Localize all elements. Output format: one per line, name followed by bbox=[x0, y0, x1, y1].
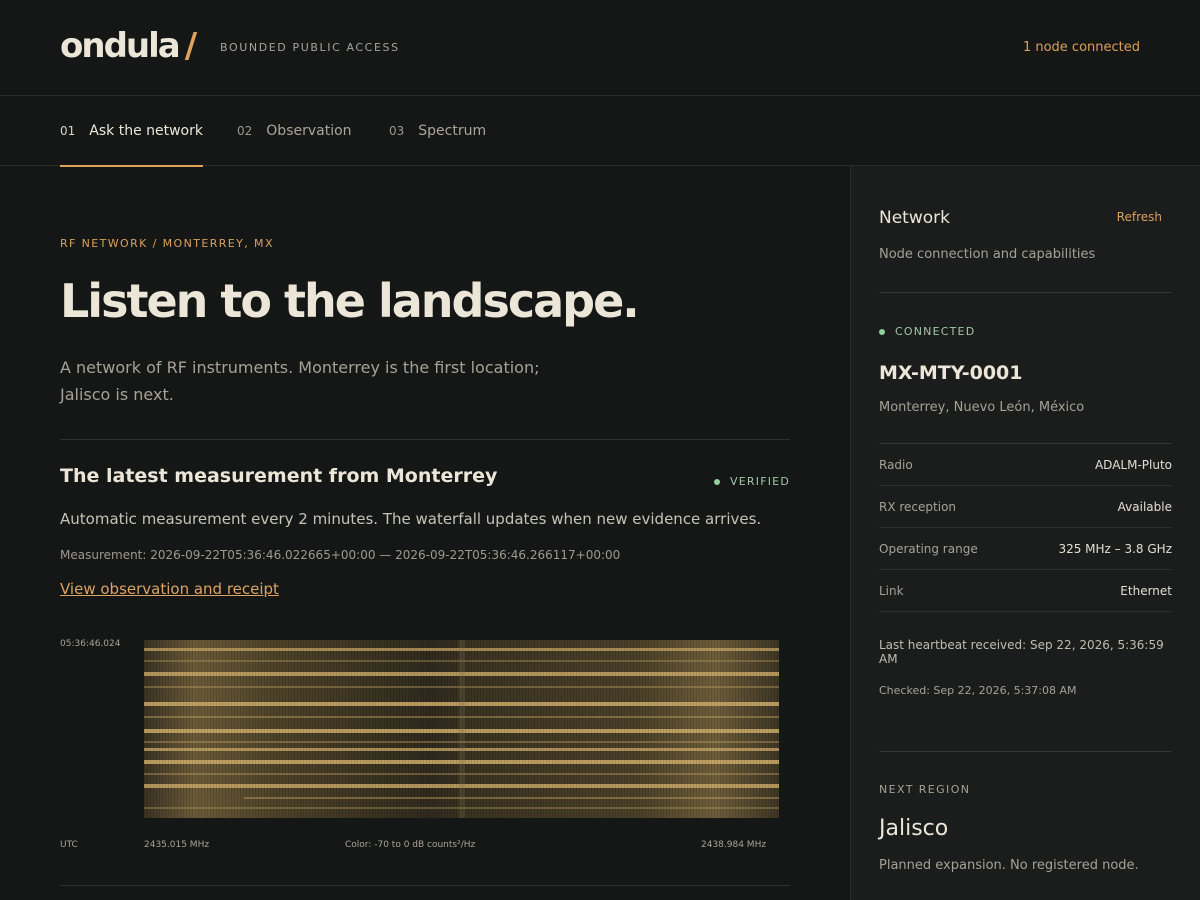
measurement-window: Measurement: 2026-09-22T05:36:46.022665+… bbox=[60, 548, 621, 562]
spec-key: Operating range bbox=[879, 541, 978, 556]
main-content: RF NETWORK / MONTERREY, MX Listen to the… bbox=[60, 166, 790, 900]
hero-title: Listen to the landscape. bbox=[60, 274, 640, 328]
waterfall-timezone: UTC bbox=[60, 840, 78, 850]
divider bbox=[60, 439, 790, 440]
node-id: MX-MTY-0001 bbox=[879, 362, 1023, 384]
tab-spectrum[interactable]: 03 Spectrum bbox=[389, 96, 486, 166]
tab-number: 02 bbox=[237, 124, 253, 138]
divider bbox=[879, 751, 1172, 752]
status-dot-icon bbox=[714, 478, 721, 485]
spec-key: Radio bbox=[879, 457, 913, 472]
spec-value: Available bbox=[1117, 499, 1172, 514]
checked-time: Checked: Sep 22, 2026, 5:37:08 AM bbox=[879, 684, 1077, 697]
section-kicker: RF NETWORK / MONTERREY, MX bbox=[60, 237, 274, 250]
spec-value: 325 MHz – 3.8 GHz bbox=[1058, 541, 1172, 556]
waterfall-timestamp: 05:36:46.024 bbox=[60, 639, 121, 649]
view-observation-link[interactable]: View observation and receipt bbox=[60, 580, 279, 598]
spec-row: Operating range 325 MHz – 3.8 GHz bbox=[879, 528, 1172, 570]
top-bar: ondula / BOUNDED PUBLIC ACCESS 1 node con… bbox=[0, 0, 1200, 96]
divider bbox=[60, 885, 790, 886]
waterfall-image bbox=[144, 640, 779, 818]
logo-slash: / bbox=[184, 26, 198, 66]
tab-number: 01 bbox=[60, 124, 76, 138]
measurement-title: The latest measurement from Monterrey bbox=[60, 465, 498, 487]
spec-row: Radio ADALM-Pluto bbox=[879, 444, 1172, 486]
connection-status: CONNECTED bbox=[879, 325, 1172, 338]
last-heartbeat: Last heartbeat received: Sep 22, 2026, 5… bbox=[879, 638, 1164, 666]
node-location: Monterrey, Nuevo León, México bbox=[879, 400, 1085, 415]
waterfall-spectrogram bbox=[144, 640, 779, 818]
verified-badge: VERIFIED bbox=[714, 475, 790, 488]
spec-key: Link bbox=[879, 583, 904, 598]
logo-text: ondula bbox=[60, 26, 181, 66]
waterfall-freq-start: 2435.015 MHz bbox=[144, 840, 210, 850]
waterfall-freq-end: 2438.984 MHz bbox=[701, 840, 767, 850]
access-label: BOUNDED PUBLIC ACCESS bbox=[220, 41, 400, 54]
network-subtitle: Node connection and capabilities bbox=[879, 247, 1096, 262]
node-status: 1 node connected bbox=[1022, 40, 1140, 55]
connection-label: CONNECTED bbox=[895, 325, 976, 338]
next-region-label: NEXT REGION bbox=[879, 783, 971, 796]
tab-label: Observation bbox=[266, 123, 352, 139]
status-dot-icon bbox=[879, 328, 885, 335]
spec-row: RX reception Available bbox=[879, 486, 1172, 528]
spec-row: Link Ethernet bbox=[879, 570, 1172, 612]
tab-number: 03 bbox=[389, 124, 405, 138]
tab-ask-the-network[interactable]: 01 Ask the network bbox=[60, 96, 203, 167]
tab-label: Ask the network bbox=[89, 123, 203, 139]
network-sidebar: Network Refresh Node connection and capa… bbox=[850, 166, 1200, 900]
logo[interactable]: ondula / bbox=[60, 26, 198, 66]
next-region-description: Planned expansion. No registered node. bbox=[879, 858, 1139, 873]
spec-value: ADALM-Pluto bbox=[1094, 457, 1172, 472]
tab-observation[interactable]: 02 Observation bbox=[237, 96, 352, 166]
tab-label: Spectrum bbox=[418, 123, 487, 139]
verified-label: VERIFIED bbox=[730, 475, 790, 488]
refresh-button[interactable]: Refresh bbox=[1117, 210, 1162, 224]
measurement-description: Automatic measurement every 2 minutes. T… bbox=[60, 510, 762, 528]
divider bbox=[879, 292, 1172, 293]
spec-key: RX reception bbox=[879, 499, 957, 514]
intro-text: A network of RF instruments. Monterrey i… bbox=[60, 358, 540, 404]
waterfall-color-scale: Color: -70 to 0 dB counts²/Hz bbox=[345, 840, 476, 850]
tab-bar: 01 Ask the network 02 Observation 03 Spe… bbox=[0, 96, 1200, 167]
spec-value: Ethernet bbox=[1120, 583, 1172, 598]
next-region-name: Jalisco bbox=[879, 816, 949, 841]
